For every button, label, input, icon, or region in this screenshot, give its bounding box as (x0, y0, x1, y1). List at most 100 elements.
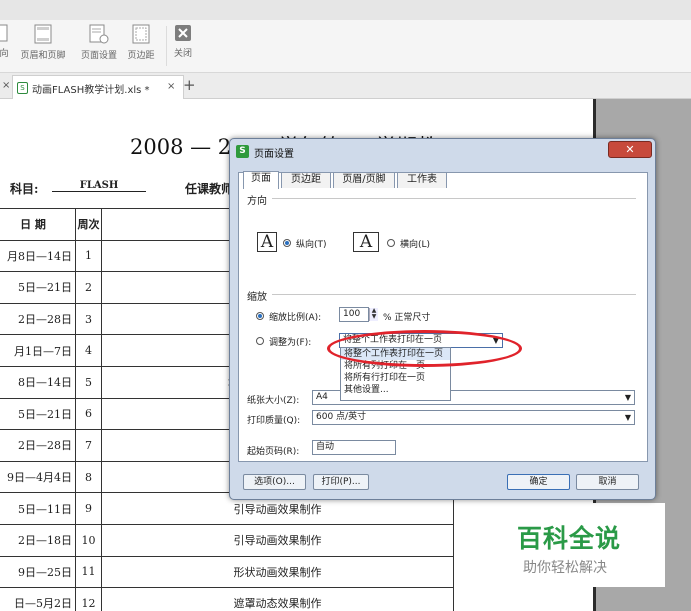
row-date: 5日—11日 (0, 492, 76, 525)
print-quality-combo[interactable]: 600 点/英寸 ▼ (312, 410, 635, 425)
watermark: 百科全说 助你轻松解决 (493, 503, 665, 587)
app-logo-icon: S (236, 145, 249, 158)
row-content: 形状动画效果制作 (101, 555, 454, 589)
subject-value: FLASH (52, 180, 146, 192)
first-page-input[interactable]: 自动 (312, 440, 396, 455)
row-date: 5日—21日 (0, 271, 76, 304)
cancel-button[interactable]: 取消 (576, 474, 639, 490)
print-quality-value: 600 点/英寸 (316, 412, 367, 422)
portrait-radio[interactable] (283, 239, 291, 247)
row-week: 4 (75, 334, 102, 367)
row-date: 月1日—7日 (0, 334, 76, 367)
page-setup-button[interactable]: 页面设置 (77, 24, 121, 68)
row-date: 月8日—14日 (0, 239, 76, 273)
row-week: 6 (75, 397, 102, 431)
landscape-radio[interactable] (387, 239, 395, 247)
row-week: 5 (75, 365, 102, 399)
paper-size-label: 纸张大小(Z): (247, 396, 300, 406)
landscape-label: 横向(L) (400, 240, 431, 250)
print-preview-toolbar: 向 页眉和页脚 页面设置 页边距 关闭 (0, 20, 691, 73)
first-page-label: 起始页码(R): (247, 447, 300, 457)
table-row: 2日—18日 10 引导动画效果制作 (0, 523, 454, 557)
dialog-title: 页面设置 (254, 149, 294, 160)
row-week: 10 (75, 523, 102, 557)
dialog-close-button[interactable]: ✕ (608, 141, 652, 158)
table-row: 9日—25日 11 形状动画效果制作 (0, 555, 454, 589)
new-tab-plus-icon[interactable]: + (183, 76, 196, 94)
options-button[interactable]: 选项(O)... (243, 474, 306, 490)
tab-page[interactable]: 页面 (243, 171, 279, 189)
row-date: 9日—25日 (0, 555, 76, 589)
portrait-label: 纵向(T) (296, 240, 327, 250)
subject-label: 科目: (10, 182, 39, 196)
scale-ratio-value: 100 (343, 309, 361, 319)
close-preview-button[interactable]: 关闭 (172, 24, 194, 68)
tab-margins[interactable]: 页边距 (281, 172, 331, 188)
row-date: 2日—28日 (0, 429, 76, 462)
scale-ratio-label: 缩放比例(A): (269, 313, 322, 323)
watermark-title: 百科全说 (517, 524, 622, 553)
row-content: 引导动画效果制作 (101, 523, 454, 557)
row-date: 2日—18日 (0, 523, 76, 557)
margins-button[interactable]: 页边距 (124, 24, 158, 68)
first-page-value: 自动 (316, 442, 335, 452)
scale-divider (272, 294, 636, 295)
portrait-page-icon: A (257, 232, 277, 252)
tab-worksheet[interactable]: 工作表 (397, 172, 447, 188)
landscape-page-icon: A (353, 232, 379, 252)
page-setup-icon (89, 24, 109, 44)
row-date: 9日—4月4日 (0, 460, 76, 494)
direction-icon (0, 24, 8, 42)
header-week: 周次 (75, 208, 102, 241)
title-strip (0, 0, 691, 20)
row-week: 2 (75, 271, 102, 304)
scale-ratio-radio[interactable] (256, 312, 264, 320)
table-row: 日—5月2日 12 遮罩动态效果制作 (0, 587, 454, 611)
highlight-annotation (327, 330, 522, 367)
document-tab-bar: × S 动画FLASH教学计划.xls * × + (0, 73, 691, 99)
row-date: 5日—21日 (0, 397, 76, 431)
scale-group-label: 缩放 (247, 292, 267, 303)
tab-header-footer[interactable]: 页眉/页脚 (333, 172, 395, 188)
watermark-subtitle: 助你轻松解决 (523, 560, 607, 576)
print-quality-label: 打印质量(Q): (247, 416, 301, 426)
print-button[interactable]: 打印(P)... (313, 474, 369, 490)
ok-button[interactable]: 确定 (507, 474, 570, 490)
row-week: 3 (75, 302, 102, 336)
row-date: 日—5月2日 (0, 587, 76, 611)
margins-icon (132, 24, 150, 44)
tab-close-icon[interactable]: × (167, 81, 175, 92)
close-icon (175, 25, 191, 41)
spreadsheet-file-icon: S (17, 82, 28, 94)
header-footer-button[interactable]: 页眉和页脚 (18, 24, 68, 68)
spin-down-icon[interactable]: ▼ (370, 314, 378, 320)
direction-button[interactable]: 向 (0, 24, 12, 68)
tab-label: 动画FLASH教学计划.xls * (32, 85, 150, 96)
fit-to-radio[interactable] (256, 337, 264, 345)
tab-flash-teaching-plan[interactable]: S 动画FLASH教学计划.xls * × (12, 75, 184, 99)
teacher-label: 任课教师 (185, 182, 234, 196)
row-content: 遮罩动态效果制作 (101, 587, 454, 611)
scale-ratio-suffix: % 正常尺寸 (383, 313, 431, 323)
row-week: 7 (75, 429, 102, 462)
row-week: 9 (75, 492, 102, 525)
fit-to-label: 调整为(F): (269, 338, 312, 348)
toolbar-separator (166, 26, 167, 66)
row-week: 8 (75, 460, 102, 494)
orientation-divider (272, 198, 636, 199)
header-footer-icon (34, 24, 52, 44)
row-week: 1 (75, 239, 102, 273)
row-date: 8日—14日 (0, 365, 76, 399)
scale-spinner[interactable]: ▲ ▼ (369, 308, 378, 321)
row-date: 2日—28日 (0, 302, 76, 336)
row-week: 11 (75, 555, 102, 589)
fit-option-other[interactable]: 其他设置... (341, 384, 450, 396)
fit-option-all-rows[interactable]: 将所有行打印在一页 (341, 372, 450, 384)
paper-size-value: A4 (316, 392, 328, 402)
row-week: 12 (75, 587, 102, 611)
chevron-down-icon: ▼ (624, 413, 631, 422)
scale-ratio-input[interactable]: 100 (339, 307, 369, 322)
prev-tab-close-icon[interactable]: × (2, 80, 10, 91)
orientation-group-label: 方向 (247, 196, 267, 207)
chevron-down-icon: ▼ (624, 393, 631, 402)
